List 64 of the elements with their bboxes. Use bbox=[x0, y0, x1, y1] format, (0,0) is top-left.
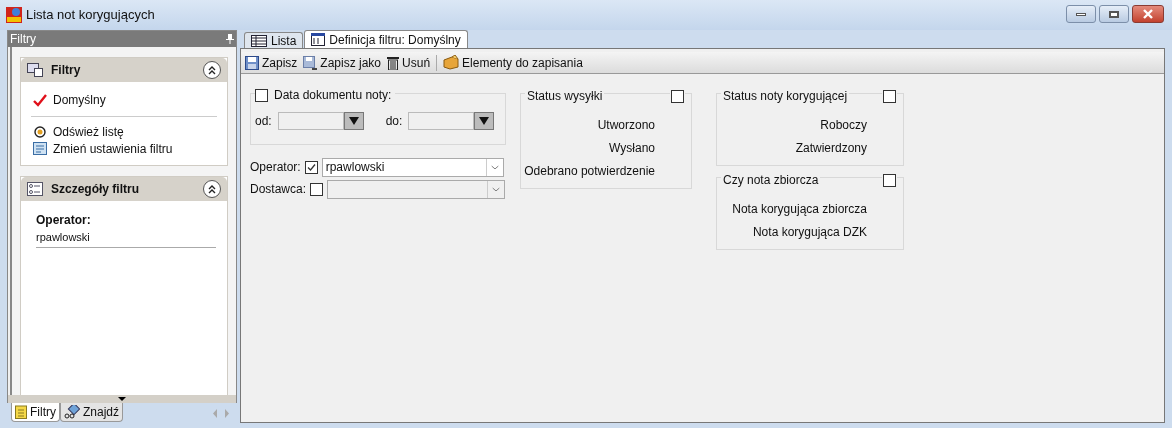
notepad-icon bbox=[15, 405, 27, 419]
date-field[interactable] bbox=[408, 112, 495, 130]
filter-item[interactable]: Domyślny bbox=[31, 82, 217, 117]
toolbar-button[interactable]: Zapisz jako bbox=[303, 53, 382, 72]
close-button[interactable] bbox=[1132, 5, 1164, 23]
triangle-down-icon bbox=[348, 117, 359, 125]
checkbox[interactable] bbox=[255, 88, 268, 102]
chevrons-icon bbox=[207, 184, 217, 194]
triangle-down-icon bbox=[118, 397, 126, 401]
collapse-button[interactable] bbox=[203, 61, 221, 79]
panel-tab[interactable]: Znajdź bbox=[60, 403, 124, 422]
triangle-down-icon bbox=[479, 117, 490, 125]
collapse-button[interactable] bbox=[203, 180, 221, 198]
tab[interactable]: Definicja filtru: Domyślny bbox=[304, 30, 468, 48]
field-value: rpawlowski bbox=[36, 229, 216, 248]
dropdown-button[interactable] bbox=[474, 112, 495, 130]
option-label[interactable]: Zatwierdzony bbox=[795, 139, 867, 157]
toolbar-button[interactable]: Usuń bbox=[387, 53, 431, 72]
checkbox[interactable] bbox=[310, 182, 324, 196]
checkbox[interactable] bbox=[883, 89, 896, 103]
package-icon bbox=[443, 55, 460, 70]
grid-icon bbox=[251, 34, 267, 47]
list-icon bbox=[27, 182, 43, 196]
option-label[interactable]: Nota korygująca DZK bbox=[752, 223, 867, 241]
date-field[interactable] bbox=[277, 112, 364, 130]
field-label: od: bbox=[255, 113, 272, 130]
checkmark-icon bbox=[33, 93, 47, 107]
checkbox[interactable] bbox=[671, 89, 684, 103]
panel-tab[interactable]: Filtry bbox=[11, 403, 60, 422]
option-label[interactable]: Nota korygująca zbiorcza bbox=[732, 200, 867, 218]
refresh-icon bbox=[33, 124, 47, 139]
app-icon bbox=[6, 7, 22, 23]
toolbar-button[interactable]: Elementy do zapisania bbox=[443, 53, 583, 72]
action-link[interactable]: Zmień ustawienia filtru bbox=[31, 140, 217, 157]
option-label[interactable]: Odebrano potwierdzenie bbox=[524, 162, 655, 180]
checkbox[interactable] bbox=[883, 173, 896, 187]
binoculars-icon bbox=[64, 405, 80, 419]
combo-box[interactable]: rpawlowski bbox=[321, 157, 504, 177]
tab[interactable]: Lista bbox=[244, 32, 304, 48]
field-label: Operator: bbox=[250, 159, 301, 176]
field-label: Operator: bbox=[36, 212, 92, 229]
option-label[interactable]: Wysłano bbox=[609, 139, 655, 157]
toolbar-button[interactable]: Zapisz bbox=[245, 53, 298, 72]
window-icon bbox=[311, 33, 326, 46]
group-title: Data dokumentu noty: bbox=[274, 87, 392, 104]
field-label: Dostawca: bbox=[250, 181, 307, 198]
minimize-button[interactable] bbox=[1066, 5, 1096, 23]
card-title: Szczegóły filtru bbox=[51, 181, 140, 198]
close-icon bbox=[1142, 9, 1154, 19]
trash-icon bbox=[387, 55, 400, 70]
document-icon bbox=[33, 142, 47, 155]
pin-icon[interactable] bbox=[226, 34, 234, 44]
table-icon bbox=[27, 63, 43, 77]
card-title: Filtry bbox=[51, 62, 82, 79]
maximize-button[interactable] bbox=[1099, 5, 1129, 23]
option-label[interactable]: Roboczy bbox=[820, 116, 867, 134]
dropdown-button[interactable] bbox=[343, 112, 364, 130]
field-label: do: bbox=[385, 113, 403, 130]
option-label[interactable]: Utworzono bbox=[597, 116, 655, 134]
window-title: Lista not korygujących bbox=[26, 6, 155, 25]
checkbox[interactable] bbox=[304, 160, 318, 174]
panel-title: Filtry bbox=[10, 31, 36, 48]
chevrons-icon bbox=[207, 65, 217, 75]
action-link[interactable]: Odśwież listę bbox=[31, 123, 217, 140]
